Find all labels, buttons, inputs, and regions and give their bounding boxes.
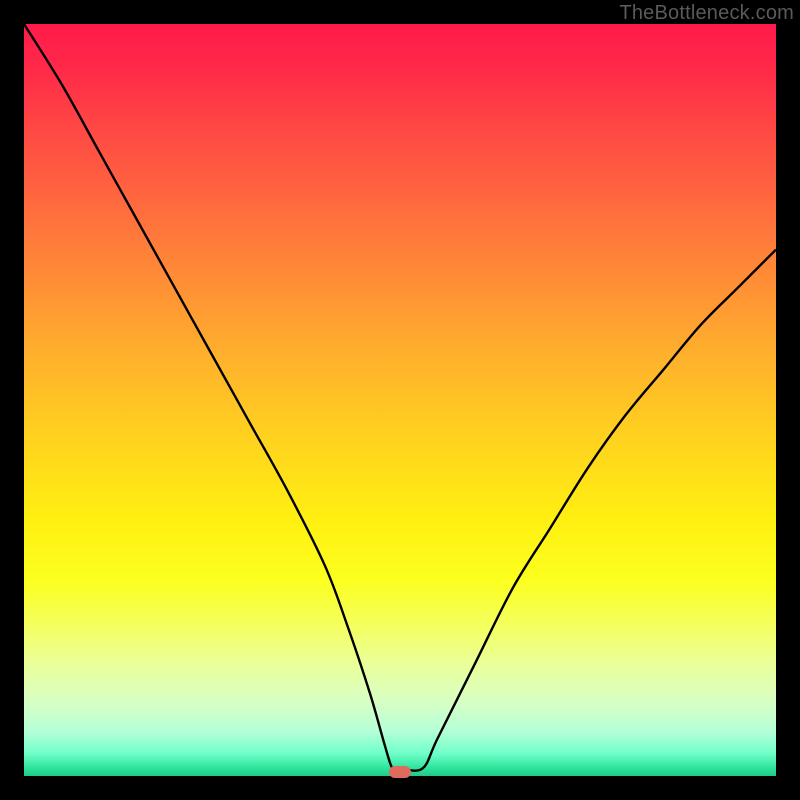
chart-background-gradient xyxy=(24,24,776,776)
watermark-text: TheBottleneck.com xyxy=(619,2,794,25)
optimum-marker xyxy=(389,766,411,778)
chart-frame xyxy=(24,24,776,776)
